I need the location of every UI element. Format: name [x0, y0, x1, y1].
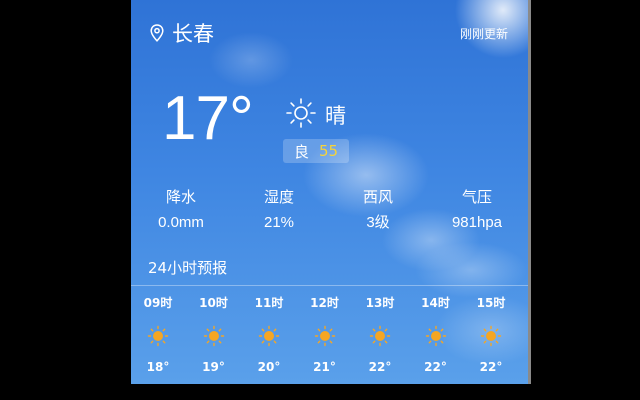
condition-text: 晴 — [325, 104, 346, 128]
aqi-badge[interactable]: 良 55 — [283, 139, 349, 163]
sun-icon — [369, 325, 391, 347]
divider — [131, 285, 528, 286]
stat-precipitation: 降水 0.0mm — [131, 187, 231, 233]
hour-temp: 22° — [368, 360, 392, 374]
stat-humidity: 湿度 21% — [231, 187, 327, 233]
scrollbar[interactable] — [528, 0, 531, 384]
hour-time: 09时 — [143, 296, 173, 310]
current-temperature: 17° — [162, 84, 254, 153]
hour-temp: 19° — [202, 360, 225, 374]
hour-time: 14时 — [421, 296, 450, 310]
hour-column: 12时 21° — [305, 295, 345, 375]
stat-label: 气压 — [461, 188, 492, 206]
hour-column: 09时 18° — [138, 295, 178, 375]
hour-temp: 18° — [146, 360, 170, 374]
sun-icon — [425, 325, 447, 347]
update-status: 刚刚更新 — [459, 27, 508, 41]
aqi-label: 良 — [293, 142, 309, 161]
hour-column: 13时 22° — [360, 295, 400, 375]
sun-icon — [314, 325, 336, 347]
hour-column: 15时 22° — [471, 295, 511, 375]
aqi-value: 55 — [318, 142, 339, 160]
hour-temp: 22° — [479, 360, 503, 374]
stat-wind: 西风 3级 — [327, 187, 429, 233]
stat-value: 3级 — [366, 214, 390, 231]
hour-time: 13时 — [365, 296, 395, 310]
stat-value: 981hpa — [451, 214, 503, 231]
stat-value: 21% — [263, 214, 295, 231]
hour-time: 10时 — [199, 296, 228, 310]
sun-icon — [147, 325, 169, 347]
hourly-forecast[interactable]: 09时 18° 10时 19° 11时 20° 12时 21° 13时 22° 14时 22° 15时 2… — [131, 295, 528, 380]
weather-stats: 降水 0.0mm 湿度 21% 西风 3级 气压 981hpa — [131, 187, 528, 233]
hour-time: 11时 — [254, 296, 284, 310]
location-header[interactable]: 长春 — [150, 18, 214, 48]
hour-column: 14时 22° — [416, 295, 456, 375]
forecast-title: 24小时预报 — [148, 259, 228, 277]
map-pin-icon — [150, 24, 164, 42]
stat-label: 湿度 — [263, 188, 294, 206]
sun-outline-icon — [285, 97, 317, 133]
hour-column: 11时 20° — [249, 295, 289, 375]
sun-icon — [258, 325, 280, 347]
hour-time: 12时 — [310, 296, 339, 310]
stat-pressure: 气压 981hpa — [429, 187, 525, 233]
hour-column: 10时 19° — [194, 295, 234, 375]
sun-icon — [480, 325, 502, 347]
stat-label: 降水 — [165, 188, 196, 206]
hour-time: 15时 — [476, 296, 506, 310]
weather-widget: 长春 刚刚更新 17° 晴 良 55 降水 0.0mm 湿度 21% 西风 3级… — [131, 0, 528, 384]
city-name: 长春 — [172, 22, 214, 46]
current-condition: 晴 — [285, 97, 346, 133]
hour-temp: 21° — [313, 360, 336, 374]
sun-icon — [203, 325, 225, 347]
hour-temp: 22° — [424, 360, 447, 374]
hour-temp: 20° — [257, 360, 281, 374]
stat-label: 西风 — [362, 188, 393, 206]
stat-value: 0.0mm — [158, 214, 204, 231]
